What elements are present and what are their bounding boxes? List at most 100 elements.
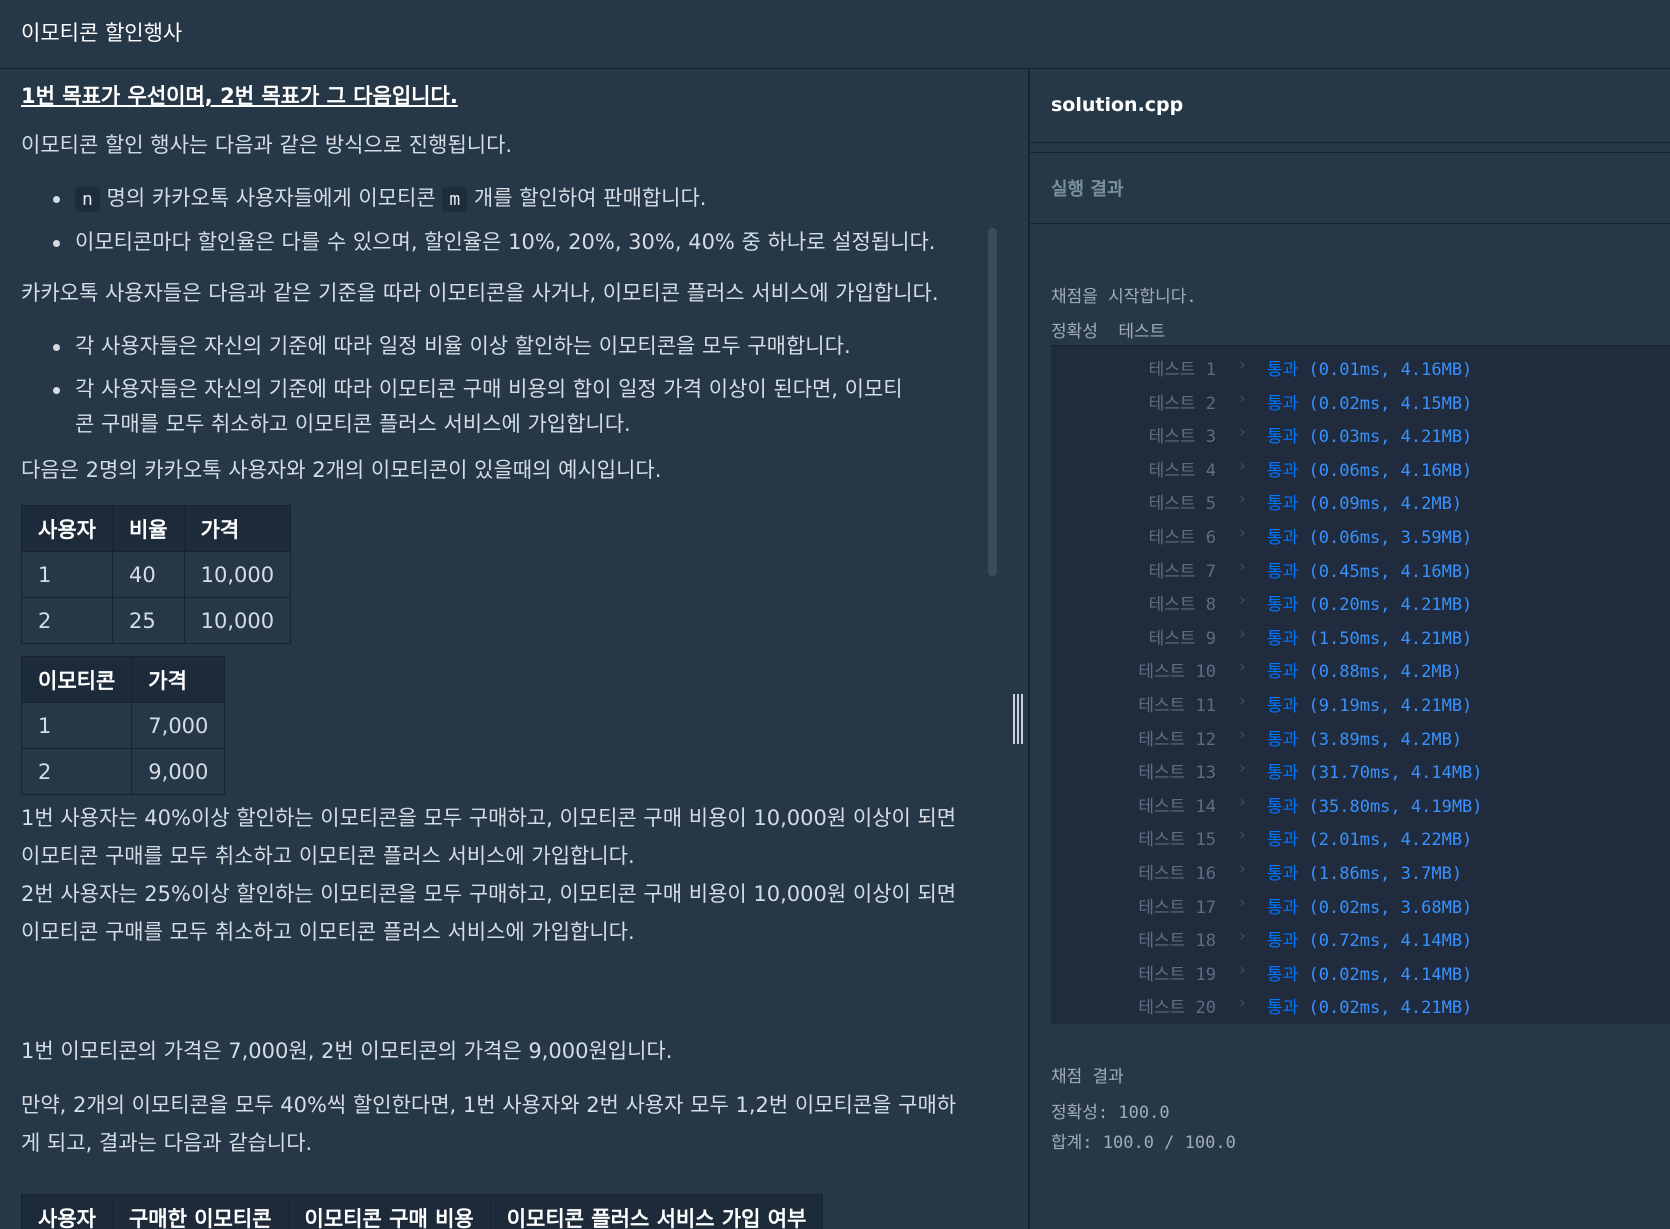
table-header: 사용자	[21, 1194, 113, 1229]
accuracy-test-section: 정확성 테스트	[1051, 322, 1166, 342]
test-label: 테스트 6	[1148, 528, 1216, 548]
discount-paragraph: 만약, 2개의 이모티콘을 모두 40%씩 할인한다면, 1번 사용자와 2번 …	[21, 1086, 956, 1162]
test-label: 테스트 8	[1148, 595, 1216, 616]
run-result-title[interactable]: 실행 결과	[1051, 175, 1124, 201]
test-label: 테스트 18	[1138, 931, 1216, 952]
test-result-row: 테스트 12 › 통과 (3.89ms, 4.2MB)	[1051, 718, 1670, 752]
test-detail: (0.03ms, 4.21MB)	[1308, 427, 1473, 448]
file-name[interactable]: solution.cpp	[1051, 94, 1183, 116]
explanation-block: 1번 사용자는 40%이상 할인하는 이모티콘을 모두 구매하고, 이모티콘 구…	[21, 799, 956, 951]
test-detail: (0.45ms, 4.16MB)	[1308, 561, 1473, 582]
test-status: 통과	[1267, 628, 1299, 649]
goal-priority-note: 1번 목표가 우선이며, 2번 목표가 그 다음입니다.	[21, 84, 458, 108]
chevron-right-icon: ›	[1237, 758, 1248, 779]
editor-panel: solution.cpp 실행 결과 채점을 시작합니다. 정확성 테스트 테스…	[1030, 70, 1670, 1229]
chevron-right-icon: ›	[1237, 959, 1248, 980]
explanation-line: 이모티콘 구매를 모두 취소하고 이모티콘 플러스 서비스에 가입합니다.	[21, 844, 635, 868]
test-result-row: 테스트 4 › 통과 (0.06ms, 4.16MB)	[1051, 449, 1670, 483]
chevron-right-icon: ›	[1237, 623, 1248, 644]
test-result: 통과 (0.03ms, 4.21MB)	[1267, 422, 1472, 447]
test-status: 통과	[1267, 796, 1299, 817]
test-label: 테스트 5	[1148, 494, 1216, 515]
problem-scrollbar[interactable]	[988, 228, 997, 576]
test-result: 통과 (1.86ms, 3.7MB)	[1267, 859, 1462, 884]
intro-paragraph: 이모티콘 할인 행사는 다음과 같은 방식으로 진행됩니다.	[21, 133, 513, 157]
test-result-row: 테스트 10 › 통과 (0.88ms, 4.2MB)	[1051, 650, 1670, 684]
test-detail: (0.02ms, 3.68MB)	[1308, 897, 1473, 918]
test-result: 통과 (0.09ms, 4.2MB)	[1267, 489, 1462, 514]
table-header: 비율	[111, 505, 185, 552]
run-result-header: 실행 결과	[1030, 152, 1670, 224]
table-header-row: 이모티콘 가격	[20, 656, 226, 703]
results-example-table: 사용자 구매한 이모티콘 이모티콘 구매 비용 이모티콘 플러스 서비스 가입 …	[21, 1194, 824, 1229]
table-cell: 10,000	[183, 551, 292, 598]
total-score: 합계: 100.0 / 100.0	[1051, 1133, 1236, 1153]
chevron-right-icon: ›	[1237, 791, 1248, 812]
test-status: 통과	[1267, 830, 1299, 851]
rules-text: 명의 카카오톡 사용자들에게 이모티콘	[106, 186, 436, 210]
test-result: 통과 (0.06ms, 4.16MB)	[1267, 456, 1472, 481]
table-cell: 2	[20, 748, 133, 795]
test-result-row: 테스트 5 › 통과 (0.09ms, 4.2MB)	[1051, 482, 1670, 516]
table-cell: 7,000	[131, 702, 226, 749]
test-label: 테스트 12	[1138, 729, 1216, 750]
test-label: 테스트 11	[1138, 696, 1216, 716]
test-label: 테스트 15	[1138, 830, 1216, 851]
rules-list: n 명의 카카오톡 사용자들에게 이모티콘 m 개를 할인하여 판매합니다. 이…	[21, 181, 935, 260]
test-status: 통과	[1267, 528, 1299, 548]
test-result-row: 테스트 8 › 통과 (0.20ms, 4.21MB)	[1051, 583, 1670, 617]
test-detail: (0.06ms, 4.16MB)	[1308, 460, 1473, 481]
test-result-row: 테스트 3 › 통과 (0.03ms, 4.21MB)	[1051, 415, 1670, 449]
criteria-item: 각 사용자들은 자신의 기준에 따라 일정 비율 이상 할인하는 이모티콘을 모…	[21, 329, 911, 364]
test-detail: (0.88ms, 4.2MB)	[1308, 662, 1463, 683]
table-cell: 40	[111, 551, 185, 598]
test-result-row: 테스트 19 › 통과 (0.02ms, 4.14MB)	[1051, 953, 1670, 987]
test-result-row: 테스트 9 › 통과 (1.50ms, 4.21MB)	[1051, 617, 1670, 651]
test-detail: (1.50ms, 4.21MB)	[1308, 628, 1473, 649]
chevron-right-icon: ›	[1237, 691, 1248, 711]
test-status: 통과	[1267, 763, 1299, 784]
test-detail: (3.89ms, 4.2MB)	[1308, 729, 1463, 750]
test-status: 통과	[1267, 561, 1299, 582]
table-cell: 1	[20, 702, 133, 749]
table-header: 이모티콘	[20, 656, 133, 703]
resize-handle[interactable]	[1010, 694, 1026, 744]
test-detail: (0.09ms, 4.2MB)	[1308, 494, 1463, 515]
price-paragraph: 1번 이모티콘의 가격은 7,000원, 2번 이모티콘의 가격은 9,000원…	[21, 1039, 673, 1063]
table-header: 구매한 이모티콘	[111, 1194, 289, 1229]
test-detail: (0.01ms, 4.16MB)	[1308, 360, 1473, 380]
criteria-list: 각 사용자들은 자신의 기준에 따라 일정 비율 이상 할인하는 이모티콘을 모…	[21, 329, 911, 442]
table-header: 이모티콘 구매 비용	[287, 1194, 491, 1229]
test-result: 통과 (0.02ms, 4.14MB)	[1267, 960, 1472, 985]
test-result: 통과 (9.19ms, 4.21MB)	[1267, 691, 1472, 716]
emoticons-table: 이모티콘 가격 1 7,000 2 9,000	[20, 656, 226, 795]
test-label: 테스트 19	[1138, 964, 1216, 985]
chevron-right-icon: ›	[1237, 993, 1248, 1014]
test-status: 통과	[1267, 998, 1299, 1019]
table-header-row: 사용자 구매한 이모티콘 이모티콘 구매 비용 이모티콘 플러스 서비스 가입 …	[21, 1194, 824, 1229]
chevron-right-icon: ›	[1237, 825, 1248, 846]
table-row: 2 25 10,000	[21, 597, 292, 644]
table-header: 가격	[131, 656, 226, 703]
test-results-list: 테스트 1 › 통과 (0.01ms, 4.16MB) 테스트 2 › 통과 (0.02m…	[1051, 345, 1670, 1024]
test-detail: (2.01ms, 4.22MB)	[1308, 830, 1473, 851]
test-label: 테스트 16	[1138, 864, 1216, 884]
rules-item: 이모티콘마다 할인율은 다를 수 있으며, 할인율은 10%, 20%, 30%…	[21, 225, 935, 260]
table-row: 1 7,000	[20, 702, 226, 749]
top-bar: 이모티콘 할인행사	[0, 0, 1670, 69]
table-header: 사용자	[21, 505, 113, 552]
test-label: 테스트 13	[1138, 763, 1216, 784]
test-label: 테스트 7	[1148, 561, 1216, 582]
code-m: m	[442, 187, 468, 212]
table-cell: 2	[21, 597, 113, 644]
table-row: 2 9,000	[20, 748, 226, 795]
test-result-row: 테스트 2 › 통과 (0.02ms, 4.15MB)	[1051, 382, 1670, 416]
explanation-line: 이모티콘 구매를 모두 취소하고 이모티콘 플러스 서비스에 가입합니다.	[21, 920, 635, 944]
test-label: 테스트 4	[1148, 460, 1216, 481]
table-cell: 25	[111, 597, 185, 644]
test-label: 테스트 9	[1148, 628, 1216, 649]
criteria-paragraph: 카카오톡 사용자들은 다음과 같은 기준을 따라 이모티콘을 사거나, 이모티콘…	[21, 281, 939, 305]
chevron-right-icon: ›	[1237, 455, 1248, 476]
problem-panel[interactable]: 1번 목표가 우선이며, 2번 목표가 그 다음입니다. 이모티콘 할인 행사는…	[0, 70, 1028, 1229]
criteria-item: 각 사용자들은 자신의 기준에 따라 이모티콘 구매 비용의 합이 일정 가격 …	[21, 372, 911, 442]
